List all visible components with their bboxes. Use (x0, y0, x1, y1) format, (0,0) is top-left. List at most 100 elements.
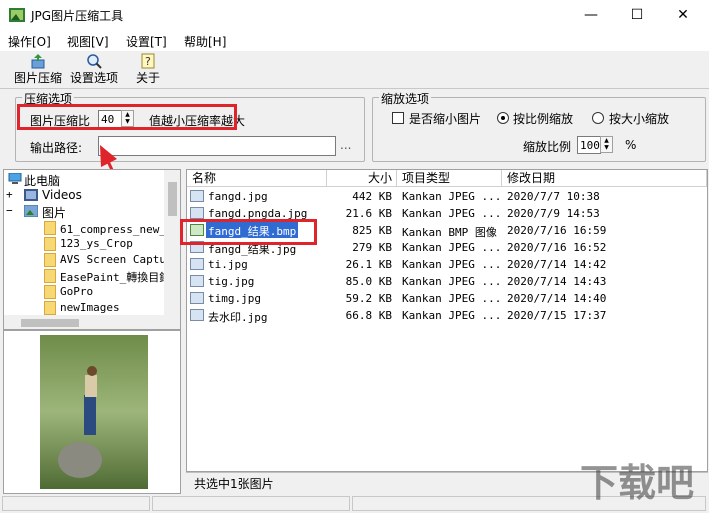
file-size: 66.8 KB (345, 309, 392, 322)
about-label: 关于 (135, 71, 160, 85)
status-cell (2, 496, 150, 511)
tree-hscrollbar[interactable] (4, 315, 180, 329)
file-type: Kankan JPEG ... (402, 190, 502, 203)
scale-options-group: 缩放选项 是否缩小图片 按比例缩放 按大小缩放 缩放比例 ▲▼ % (372, 90, 706, 162)
jpeg-file-icon (190, 309, 204, 321)
svg-text:?: ? (145, 55, 151, 68)
tree-label: GoPro (60, 285, 94, 298)
menu-operate[interactable]: 操作[O] (8, 33, 51, 50)
file-row[interactable]: fangd.jpg 442 KB Kankan JPEG ... 2020/7/… (187, 188, 707, 205)
tree-label: 61_compress_new_合 (60, 223, 177, 236)
scale-input[interactable] (577, 136, 601, 154)
by-size-radio[interactable] (592, 112, 604, 124)
column-size[interactable]: 大小 (327, 170, 397, 187)
by-ratio-radio[interactable] (497, 112, 509, 124)
folder-icon (44, 237, 56, 251)
tree-label: EasePaint_轉換目錄 (60, 271, 171, 284)
folder-icon (44, 301, 56, 315)
minimize-button[interactable]: — (568, 0, 614, 31)
file-date: 2020/7/7 10:38 (507, 190, 600, 203)
file-size: 825 KB (352, 224, 392, 237)
about-button[interactable]: ? 关于 (133, 53, 163, 87)
annotation-box-ratio (17, 104, 237, 130)
jpeg-file-icon (190, 207, 204, 219)
window-title: JPG图片压缩工具 (31, 9, 124, 23)
preview-image (40, 335, 148, 489)
folder-tree[interactable]: 此电脑 + Videos − 图片 61_compress_new_合 123_… (3, 169, 181, 330)
file-name: timg.jpg (208, 292, 261, 305)
column-date[interactable]: 修改日期 (502, 170, 707, 187)
folder-icon (44, 253, 56, 267)
close-button[interactable]: ✕ (660, 0, 706, 31)
compress-icon (31, 54, 45, 69)
file-date: 2020/7/15 17:37 (507, 309, 607, 322)
tree-label: 123_ys_Crop (60, 237, 133, 250)
file-row[interactable]: 去水印.jpg 66.8 KB Kankan JPEG ... 2020/7/1… (187, 307, 707, 324)
tree-label: Videos (42, 188, 82, 202)
file-row[interactable]: timg.jpg 59.2 KB Kankan JPEG ... 2020/7/… (187, 290, 707, 307)
jpeg-file-icon (190, 190, 204, 202)
file-size: 59.2 KB (345, 292, 392, 305)
file-list[interactable]: 名称 大小 项目类型 修改日期 fangd.jpg 442 KB Kankan … (186, 169, 708, 472)
menu-settings[interactable]: 设置[T] (126, 33, 167, 50)
tree-label: 图片 (42, 206, 67, 220)
compress-button[interactable]: 图片压缩 (12, 53, 64, 87)
file-type: Kankan JPEG ... (402, 258, 502, 271)
tree-label: AVS Screen Captur (60, 253, 173, 266)
folder-icon (44, 285, 56, 299)
file-name: 去水印.jpg (208, 311, 268, 324)
file-size: 26.1 KB (345, 258, 392, 271)
scale-options-title: 缩放选项 (379, 90, 432, 107)
column-type[interactable]: 项目类型 (397, 170, 502, 187)
tree-vscroll-thumb[interactable] (168, 182, 177, 216)
file-date: 2020/7/16 16:52 (507, 241, 607, 254)
column-name[interactable]: 名称 (187, 170, 327, 187)
by-ratio-label: 按比例缩放 (513, 112, 574, 126)
file-name: tig.jpg (208, 275, 255, 288)
file-type: Kankan JPEG ... (402, 207, 502, 220)
compress-label: 图片压缩 (13, 71, 62, 85)
file-type: Kankan JPEG ... (402, 309, 502, 322)
file-size: 85.0 KB (345, 275, 392, 288)
jpeg-file-icon (190, 292, 204, 304)
settings-button[interactable]: 设置选项 (68, 53, 120, 87)
tree-label: newImages (60, 301, 120, 314)
collapse-icon[interactable]: − (6, 204, 13, 217)
watermark: 下载吧 (580, 461, 695, 505)
jpeg-file-icon (190, 258, 204, 270)
menu-help[interactable]: 帮助[H] (184, 33, 226, 50)
video-folder-icon (24, 189, 38, 201)
tree-vscrollbar[interactable] (164, 170, 180, 315)
help-icon: ? (141, 53, 155, 69)
file-row[interactable]: tig.jpg 85.0 KB Kankan JPEG ... 2020/7/1… (187, 273, 707, 290)
app-icon (9, 8, 25, 22)
pictures-folder-icon (24, 205, 38, 217)
scale-spinner[interactable]: ▲ ▼ (600, 136, 613, 153)
magnifier-icon (87, 54, 102, 69)
file-type: Kankan BMP 图像 (402, 226, 497, 239)
file-type: Kankan JPEG ... (402, 275, 502, 288)
file-name: fangd.jpg (208, 190, 268, 203)
shrink-label: 是否缩小图片 (409, 112, 482, 126)
tree-hscroll-thumb[interactable] (21, 319, 79, 327)
tree-root-label: 此电脑 (24, 174, 61, 188)
file-type: Kankan JPEG ... (402, 292, 502, 305)
file-name: ti.jpg (208, 258, 248, 271)
file-date: 2020/7/14 14:43 (507, 275, 607, 288)
file-date: 2020/7/9 14:53 (507, 207, 600, 220)
preview-panel (3, 330, 181, 494)
by-size-label: 按大小缩放 (609, 112, 670, 126)
computer-icon (8, 173, 22, 184)
scale-label: 缩放比例 (523, 140, 572, 154)
title-bar: JPG图片压缩工具 — ☐ ✕ (0, 0, 709, 31)
menu-view[interactable]: 视图[V] (67, 33, 109, 50)
maximize-button[interactable]: ☐ (614, 0, 660, 31)
settings-label: 设置选项 (69, 71, 118, 85)
file-row[interactable]: ti.jpg 26.1 KB Kankan JPEG ... 2020/7/14… (187, 256, 707, 273)
file-size: 279 KB (352, 241, 392, 254)
file-date: 2020/7/14 14:40 (507, 292, 607, 305)
browse-button[interactable]: ... (340, 138, 351, 152)
expand-icon[interactable]: + (6, 188, 13, 201)
shrink-checkbox[interactable] (392, 112, 404, 124)
file-size: 442 KB (352, 190, 392, 203)
